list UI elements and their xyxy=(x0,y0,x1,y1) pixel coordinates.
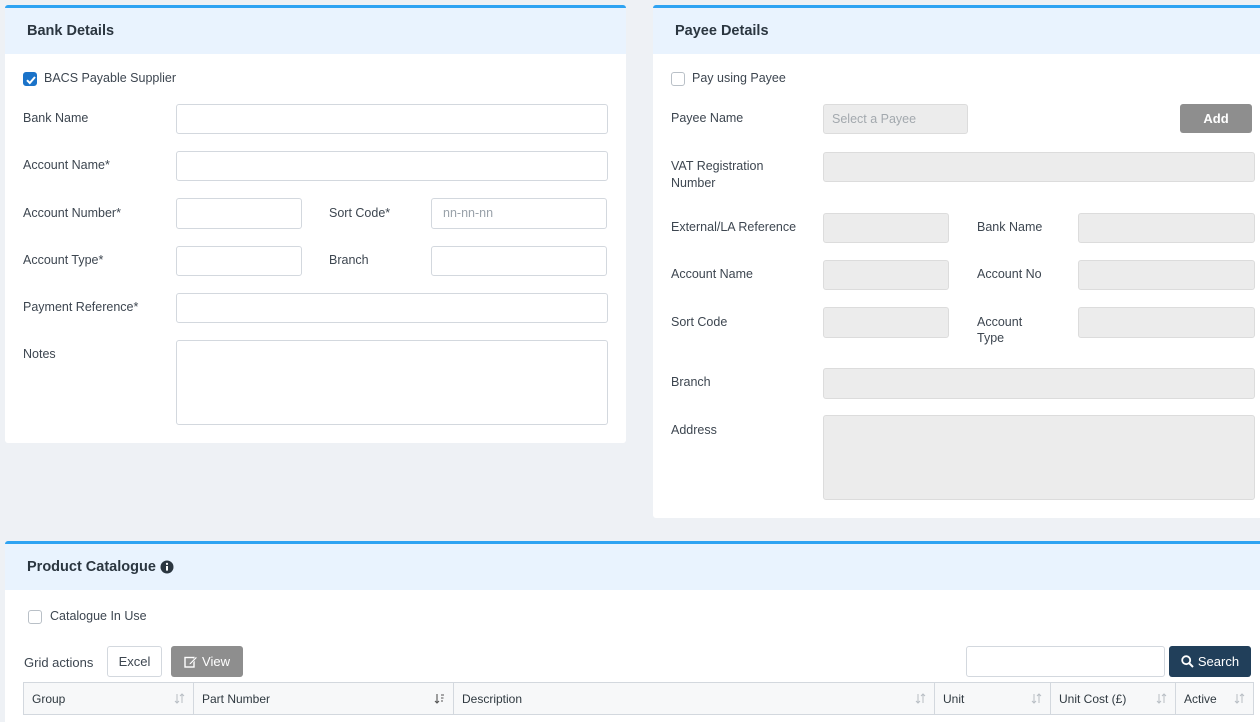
payee-account-type-input xyxy=(1078,307,1255,338)
payee-sort-code-input xyxy=(823,307,949,338)
branch-input[interactable] xyxy=(431,246,607,276)
payment-reference-label: Payment Reference* xyxy=(23,300,139,314)
column-header-unit-cost[interactable]: Unit Cost (£) xyxy=(1051,683,1176,714)
notes-textarea[interactable] xyxy=(176,340,608,425)
column-header-label: Unit xyxy=(943,691,965,706)
product-catalogue-header: Product Catalogue xyxy=(5,544,1260,590)
payee-bank-name-label: Bank Name xyxy=(977,220,1043,234)
branch-label: Branch xyxy=(329,253,369,267)
search-button-label: Search xyxy=(1197,654,1240,669)
column-header-label: Unit Cost (£) xyxy=(1059,691,1127,706)
vat-registration-input xyxy=(823,152,1255,182)
payee-account-name-label: Account Name xyxy=(671,267,753,281)
column-header-label: Description xyxy=(462,691,523,706)
payee-account-name-input xyxy=(823,260,949,290)
pay-using-payee-label: Pay using Payee xyxy=(692,71,786,85)
payee-address-textarea xyxy=(823,415,1255,500)
column-header-label: Part Number xyxy=(202,691,271,706)
payee-details-title: Payee Details xyxy=(653,8,1260,54)
column-header-label: Group xyxy=(32,691,66,706)
payee-account-no-input xyxy=(1078,260,1255,290)
payee-account-type-label-line2: Type xyxy=(977,331,1005,345)
catalogue-search-input[interactable] xyxy=(966,646,1165,677)
column-header-part-number[interactable]: Part Number xyxy=(194,683,454,714)
grid-actions-label: Grid actions xyxy=(24,655,94,670)
sort-code-input[interactable]: nn-nn-nn xyxy=(431,198,607,229)
vat-registration-label-line2: Number xyxy=(671,176,716,190)
sort-icon xyxy=(1234,693,1245,704)
column-header-description[interactable]: Description xyxy=(454,683,935,714)
payee-select[interactable]: Select a Payee xyxy=(823,104,968,134)
payment-reference-input[interactable] xyxy=(176,293,608,323)
pay-using-payee-checkbox[interactable] xyxy=(671,72,685,86)
catalogue-in-use-label: Catalogue In Use xyxy=(50,609,147,623)
payee-account-type-label-line1: Account xyxy=(977,315,1023,329)
account-number-label: Account Number* xyxy=(23,206,121,220)
external-reference-input xyxy=(823,213,949,243)
column-header-unit[interactable]: Unit xyxy=(935,683,1051,714)
notes-label: Notes xyxy=(23,347,56,361)
product-catalogue-title: Product Catalogue xyxy=(27,559,156,575)
external-reference-label: External/LA Reference xyxy=(671,220,797,234)
account-number-input[interactable] xyxy=(176,198,302,229)
excel-button-label: Excel xyxy=(118,654,151,669)
vat-registration-label-line1: VAT Registration xyxy=(671,159,764,173)
payee-address-label: Address xyxy=(671,423,717,437)
view-button[interactable]: View xyxy=(171,646,243,677)
payee-sort-code-label: Sort Code xyxy=(671,315,728,329)
account-type-input[interactable] xyxy=(176,246,302,276)
view-button-label: View xyxy=(202,654,230,669)
payee-account-no-label: Account No xyxy=(977,267,1042,281)
bacs-checkbox[interactable] xyxy=(23,72,37,86)
sort-icon xyxy=(1156,693,1167,704)
sort-code-placeholder: nn-nn-nn xyxy=(443,206,494,220)
add-payee-button[interactable]: Add xyxy=(1180,104,1252,133)
excel-button[interactable]: Excel xyxy=(107,646,162,677)
search-button[interactable]: Search xyxy=(1169,646,1251,677)
check-icon xyxy=(25,75,36,84)
sort-icon xyxy=(174,693,185,704)
payee-branch-input xyxy=(823,368,1255,399)
bank-name-input[interactable] xyxy=(176,104,608,134)
sort-code-label: Sort Code* xyxy=(329,206,391,220)
sort-icon xyxy=(915,693,926,704)
bank-name-label: Bank Name xyxy=(23,111,89,125)
bacs-label: BACS Payable Supplier xyxy=(44,71,177,85)
info-icon[interactable] xyxy=(160,560,174,574)
payee-bank-name-input xyxy=(1078,213,1255,243)
catalogue-in-use-checkbox[interactable] xyxy=(28,610,42,624)
column-header-group[interactable]: Group xyxy=(24,683,194,714)
bank-details-title: Bank Details xyxy=(5,8,626,54)
search-icon xyxy=(1181,655,1194,668)
account-name-label: Account Name* xyxy=(23,158,110,172)
column-header-label: Active xyxy=(1184,691,1217,706)
payee-branch-label: Branch xyxy=(671,375,711,389)
sort-ascending-icon xyxy=(434,694,444,704)
payee-select-placeholder: Select a Payee xyxy=(832,112,917,126)
sort-icon xyxy=(1031,693,1042,704)
edit-icon xyxy=(184,656,198,668)
account-type-label: Account Type* xyxy=(23,253,104,267)
catalogue-grid-header: Group Part Number Description Unit Unit … xyxy=(23,682,1254,715)
column-header-active[interactable]: Active xyxy=(1176,683,1253,714)
payee-name-label: Payee Name xyxy=(671,111,744,125)
account-name-input[interactable] xyxy=(176,151,608,181)
